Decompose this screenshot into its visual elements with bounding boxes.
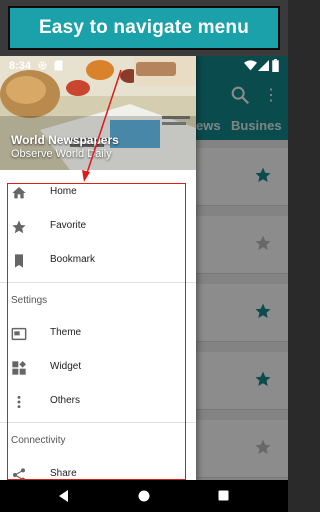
menu-item-bookmark[interactable]: Bookmark (0, 244, 196, 278)
menu-item-home[interactable]: Home (0, 176, 196, 210)
banner-box: Easy to navigate menu (8, 6, 280, 50)
menu-item-label: Bookmark (50, 254, 96, 265)
menu-item-widget[interactable]: Widget (0, 351, 196, 385)
status-time: 8:34 (9, 60, 32, 72)
menu-item-label: Home (50, 186, 77, 197)
drawer-title: World Newspapers (11, 133, 119, 147)
star-icon (12, 220, 26, 234)
wifi-icon (244, 60, 257, 71)
menu-item-label: Share (50, 468, 77, 479)
menu-item-label: Theme (50, 327, 82, 338)
menu-item-theme[interactable]: Theme (0, 317, 196, 351)
widget-icon (12, 361, 26, 375)
menu-item-label: Widget (50, 361, 82, 372)
signal-icon (258, 60, 269, 71)
bookmark-icon (15, 254, 23, 268)
home-icon (12, 187, 26, 199)
status-bar: 8:34 (0, 56, 288, 76)
gear-icon (38, 61, 47, 70)
navigation-drawer: World Newspapers Observe World Daily Hom… (0, 56, 196, 480)
banner-text: Easy to navigate menu (38, 17, 250, 38)
menu-item-share[interactable]: Share (0, 458, 196, 480)
drawer-subtitle: Observe World Daily (11, 148, 112, 160)
more-vert-icon (17, 395, 21, 409)
menu-item-favorite[interactable]: Favorite (0, 210, 196, 244)
divider (0, 282, 196, 283)
battery-icon (272, 59, 279, 72)
share-icon (13, 468, 25, 480)
sd-card-icon (54, 60, 63, 71)
section-title-connectivity: Connectivity (11, 435, 66, 446)
divider (0, 422, 196, 423)
home-button-icon[interactable] (138, 490, 150, 502)
back-icon[interactable] (58, 490, 70, 502)
promo-banner: Easy to navigate menu (0, 0, 288, 56)
theme-icon (11, 327, 27, 341)
menu-item-label: Others (50, 395, 81, 406)
navigation-bar (0, 480, 288, 512)
menu-item-others[interactable]: Others (0, 385, 196, 419)
menu-item-label: Favorite (50, 220, 87, 231)
recent-apps-icon[interactable] (218, 490, 229, 501)
phone-screen: ⋮ ews Busines 8:34 World Newspapers Obse… (0, 56, 288, 480)
section-title-settings: Settings (11, 295, 48, 306)
